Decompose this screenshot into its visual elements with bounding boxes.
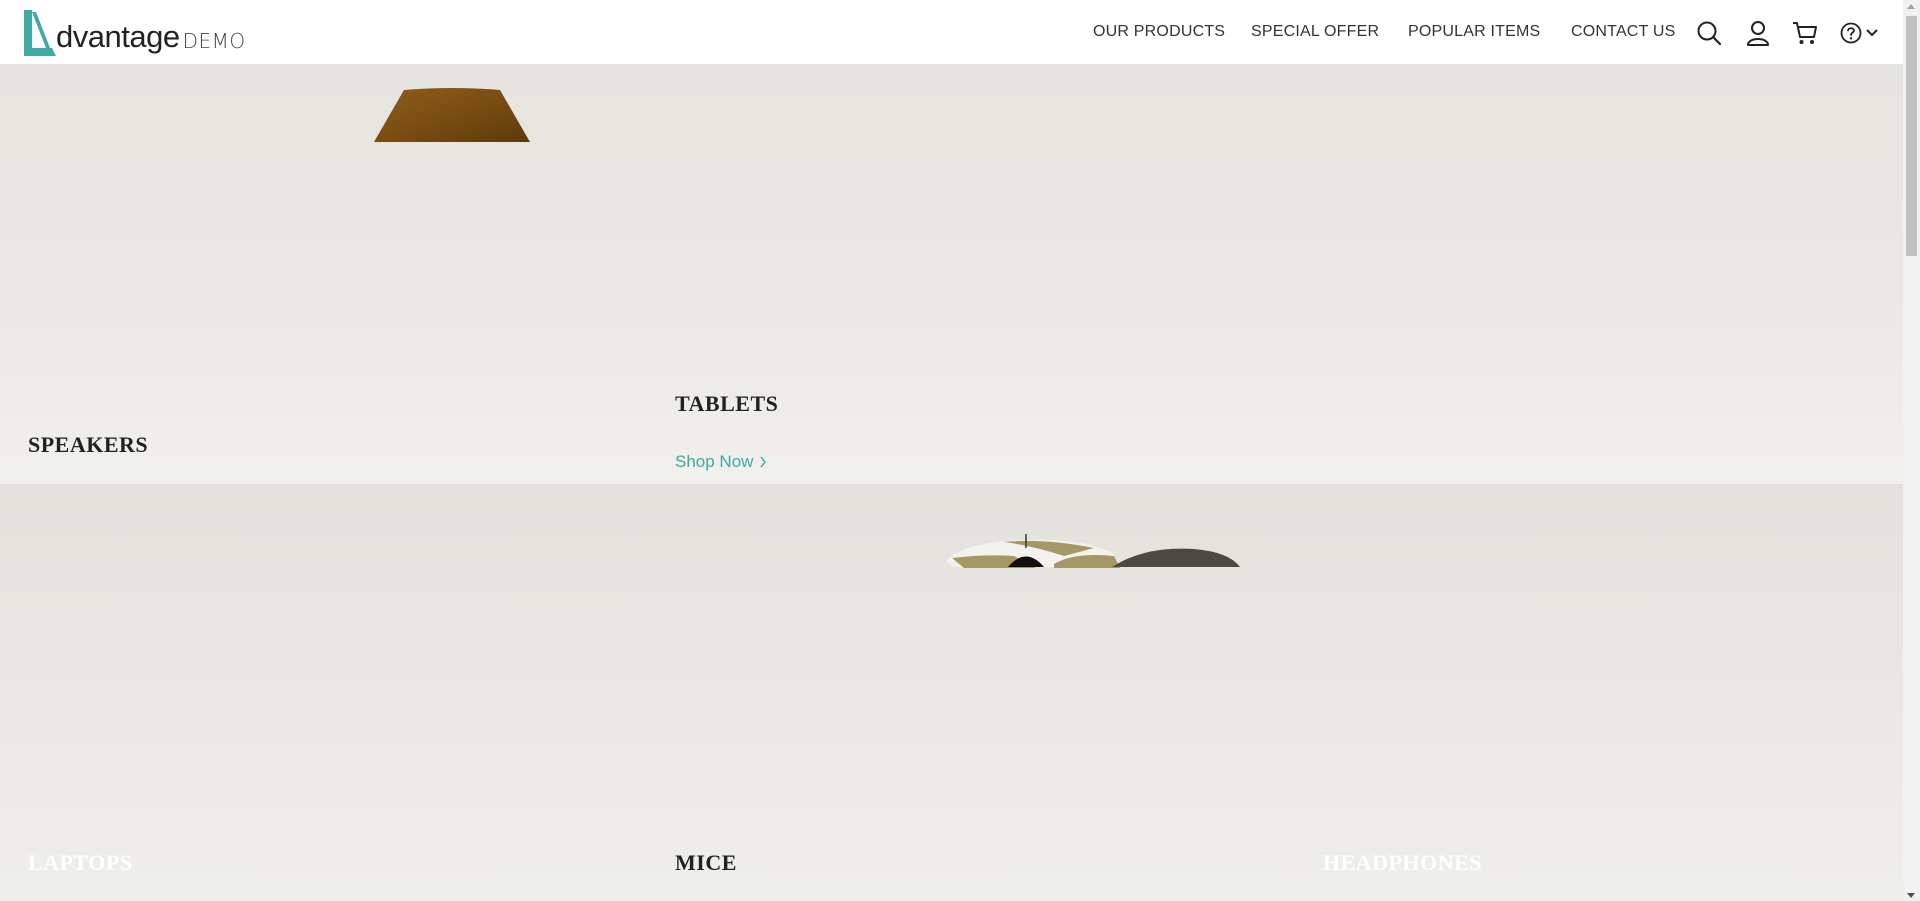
- mice-title: MICE: [675, 850, 737, 875]
- help-menu[interactable]: [1836, 18, 1882, 48]
- category-tablets[interactable]: TABLETS Shop Now: [647, 65, 1903, 484]
- scroll-up-arrow[interactable]: [1907, 4, 1915, 9]
- scroll-thumb[interactable]: [1906, 16, 1917, 256]
- cart-icon[interactable]: [1790, 18, 1820, 48]
- speaker-image: [374, 88, 530, 142]
- logo-name: dvantage: [56, 19, 180, 54]
- search-icon[interactable]: [1694, 18, 1724, 48]
- category-mice[interactable]: MICE: [647, 484, 1293, 901]
- help-icon: [1840, 22, 1861, 44]
- chevron-down-icon: [1865, 29, 1878, 37]
- user-icon[interactable]: [1743, 18, 1773, 48]
- chevron-right-icon: [760, 456, 767, 468]
- nav-popular-items[interactable]: POPULAR ITEMS: [1408, 23, 1540, 41]
- tablets-title: TABLETS: [675, 391, 779, 416]
- shop-now-link[interactable]: Shop Now: [675, 452, 767, 472]
- logo-mark-icon: [24, 10, 56, 56]
- shop-now-label: Shop Now: [675, 452, 754, 471]
- category-headphones[interactable]: HEADPHONES: [1293, 484, 1903, 901]
- logo[interactable]: dvantage DEMO: [22, 10, 246, 56]
- logo-suffix: DEMO: [182, 29, 246, 53]
- headphones-title: HEADPHONES: [1323, 850, 1483, 875]
- top-header: dvantage DEMO OUR PRODUCTS SPECIAL OFFER…: [0, 0, 1903, 65]
- scroll-down-arrow[interactable]: [1907, 893, 1915, 898]
- category-laptops[interactable]: LAPTOPS: [0, 484, 647, 901]
- vertical-scrollbar[interactable]: [1903, 0, 1920, 901]
- page: dvantage DEMO OUR PRODUCTS SPECIAL OFFER…: [0, 0, 1920, 901]
- nav-contact-us[interactable]: CONTACT US: [1571, 23, 1676, 41]
- laptops-title: LAPTOPS: [28, 850, 133, 875]
- mouse-image: [946, 534, 1240, 568]
- category-speakers[interactable]: SPEAKERS: [0, 65, 647, 484]
- nav-our-products[interactable]: OUR PRODUCTS: [1093, 23, 1225, 41]
- speakers-title: SPEAKERS: [28, 432, 149, 457]
- nav-special-offer[interactable]: SPECIAL OFFER: [1251, 23, 1379, 41]
